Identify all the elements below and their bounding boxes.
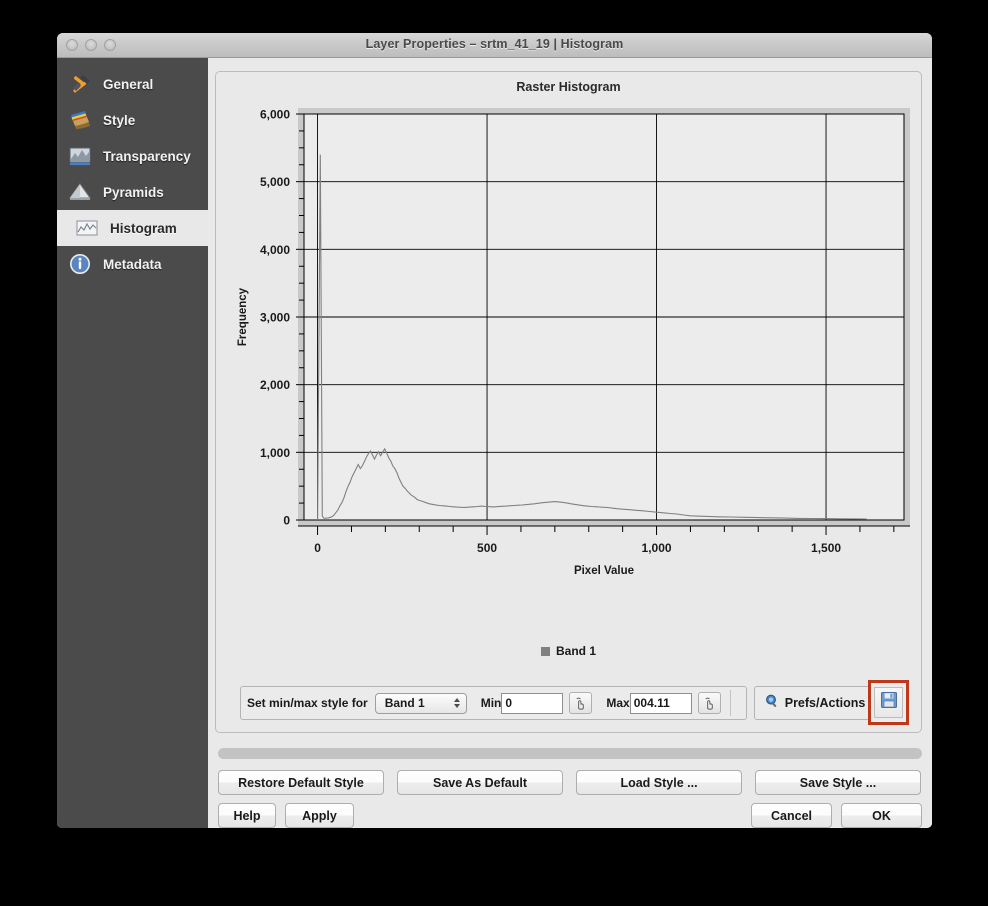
- window-title: Layer Properties – srtm_41_19 | Histogra…: [365, 37, 624, 51]
- info-circle-icon: [68, 252, 94, 276]
- transparency-raster-icon: [68, 144, 94, 168]
- svg-text:1,500: 1,500: [811, 541, 841, 555]
- pick-hand-icon[interactable]: [569, 692, 593, 714]
- magnifier-icon: [764, 693, 780, 714]
- raster-histogram-chart: Raster Histogram 0 1,000 2,000 3,000 4,000 5,…: [216, 72, 921, 664]
- save-histogram-button[interactable]: [874, 687, 903, 718]
- properties-sidebar: General Style Transparency Pyramids Hist…: [57, 58, 208, 828]
- dialog-action-row: Help Apply Cancel OK: [218, 803, 922, 828]
- sidebar-item-histogram[interactable]: Histogram: [57, 210, 208, 246]
- sidebar-item-transparency[interactable]: Transparency: [57, 138, 208, 174]
- svg-text:4,000: 4,000: [260, 243, 290, 257]
- save-as-default-button[interactable]: Save As Default: [397, 770, 563, 795]
- svg-text:1,000: 1,000: [642, 541, 672, 555]
- sidebar-item-style[interactable]: Style: [57, 102, 208, 138]
- svg-text:2,000: 2,000: [260, 378, 290, 392]
- floppy-disk-icon: [880, 691, 898, 714]
- chevron-updown-icon: [453, 698, 460, 708]
- svg-text:5,000: 5,000: [260, 175, 290, 189]
- pyramids-icon: [68, 180, 94, 204]
- sidebar-item-label: Histogram: [110, 220, 177, 236]
- pick-hand-icon[interactable]: [697, 692, 721, 714]
- load-style-button[interactable]: Load Style ...: [576, 770, 742, 795]
- svg-text:0: 0: [283, 514, 290, 528]
- sidebar-item-label: General: [103, 76, 154, 92]
- svg-text:500: 500: [477, 541, 497, 555]
- band-select-value: Band 1: [384, 696, 425, 710]
- restore-default-style-button[interactable]: Restore Default Style: [218, 770, 384, 795]
- prefs-actions-label: Prefs/Actions: [784, 696, 866, 710]
- cancel-button[interactable]: Cancel: [751, 803, 832, 828]
- legend-swatch: [540, 646, 550, 656]
- svg-text:3,000: 3,000: [260, 311, 290, 325]
- sidebar-item-general[interactable]: General: [57, 66, 208, 102]
- hammer-screwdriver-icon: [68, 72, 94, 96]
- max-label: Max: [606, 696, 630, 710]
- ok-button[interactable]: OK: [841, 803, 922, 828]
- legend-label: Band 1: [555, 644, 596, 658]
- band-select[interactable]: Band 1: [374, 692, 467, 714]
- sidebar-item-label: Style: [103, 112, 136, 128]
- svg-text:6,000: 6,000: [260, 108, 290, 122]
- paintbrush-icon: [68, 108, 94, 132]
- svg-text:0: 0: [314, 541, 321, 555]
- save-histogram-highlight: [868, 680, 909, 725]
- dialog-button-area: Restore Default Style Save As Default Lo…: [208, 770, 932, 828]
- sidebar-item-label: Transparency: [103, 148, 191, 164]
- sidebar-item-metadata[interactable]: Metadata: [57, 246, 208, 282]
- sidebar-item-pyramids[interactable]: Pyramids: [57, 174, 208, 210]
- chart-legend: Band 1: [216, 644, 921, 658]
- svg-text:1,000: 1,000: [260, 446, 290, 460]
- toolbar-divider: [729, 690, 731, 716]
- histogram-panel: Raster Histogram 0 1,000 2,000 3,000 4,000 5,…: [208, 58, 932, 828]
- min-input[interactable]: 0: [501, 692, 564, 714]
- svg-text:Pixel Value: Pixel Value: [574, 565, 634, 577]
- style-button-row: Restore Default Style Save As Default Lo…: [218, 770, 922, 795]
- minmax-toolbar: Set min/max style for Band 1 Min 0 Max 0…: [240, 686, 893, 720]
- min-label: Min: [480, 696, 502, 710]
- svg-text:Frequency: Frequency: [237, 287, 249, 346]
- window-titlebar[interactable]: Layer Properties – srtm_41_19 | Histogra…: [57, 33, 932, 58]
- layer-properties-window: Layer Properties – srtm_41_19 | Histogra…: [57, 33, 932, 828]
- histogram-groupbox: Raster Histogram 0 1,000 2,000 3,000 4,000 5,…: [215, 71, 922, 733]
- minmax-style-group: Set min/max style for Band 1 Min 0 Max 0…: [240, 686, 747, 720]
- histogram-plot[interactable]: 0 1,000 2,000 3,000 4,000 5,000 6,000 0 500 1,000…: [216, 72, 916, 664]
- set-minmax-label: Set min/max style for: [247, 696, 368, 710]
- histogram-icon: [75, 216, 101, 240]
- window-body: General Style Transparency Pyramids Hist…: [57, 58, 932, 828]
- sidebar-item-label: Metadata: [103, 256, 162, 272]
- max-input[interactable]: 004.11: [629, 692, 692, 714]
- horizontal-scrollbar[interactable]: [218, 748, 922, 759]
- sidebar-item-label: Pyramids: [103, 184, 164, 200]
- save-style-button[interactable]: Save Style ...: [755, 770, 921, 795]
- apply-button[interactable]: Apply: [285, 803, 354, 828]
- help-button[interactable]: Help: [218, 803, 276, 828]
